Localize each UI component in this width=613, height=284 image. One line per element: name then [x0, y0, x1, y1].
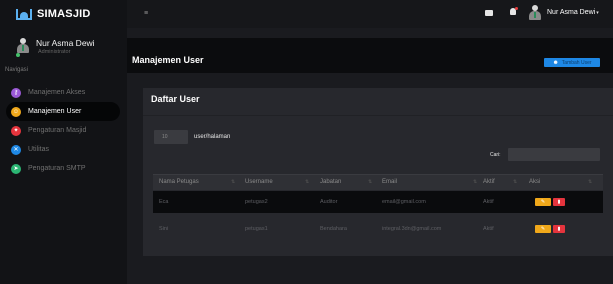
- table-header: Nama Petugas ⇅ Username ⇅ Jabatan ⇅ Emai…: [153, 174, 603, 190]
- user-edit-icon: ✎: [540, 199, 546, 205]
- sidebar-item-pengaturan-smtp[interactable]: ➤ Pengaturan SMTP: [6, 159, 120, 178]
- user-menu[interactable]: Nur Asma Dewi▾: [547, 9, 599, 16]
- bell-icon[interactable]: [510, 7, 518, 15]
- search-label: Cari:: [490, 152, 501, 158]
- mosque-logo-icon: [16, 8, 32, 20]
- key-icon: ⚷: [11, 87, 21, 98]
- search-input[interactable]: [508, 148, 600, 161]
- column-header-aktif[interactable]: Aktif: [483, 179, 495, 185]
- user-list-card: Daftar User 10 user/halaman Cari: Nama P…: [143, 88, 613, 256]
- add-user-button[interactable]: ☻ Tambah User: [544, 58, 600, 67]
- sidebar-item-label: Pengaturan Masjid: [28, 127, 87, 134]
- table-row: Eca petugas2 Auditor email@gmail.com Akt…: [153, 191, 603, 213]
- chevron-down-icon: ▾: [596, 10, 599, 16]
- cell-username: petugas2: [245, 199, 268, 205]
- page-length-label: user/halaman: [194, 134, 231, 140]
- delete-user-button[interactable]: ▮: [553, 198, 565, 206]
- sidebar-item-manajemen-user[interactable]: ☺ Manajemen User: [6, 102, 120, 121]
- trash-icon: ▮: [557, 199, 561, 205]
- sidebar-item-label: Manajemen Akses: [28, 89, 86, 96]
- cell-aktif: Aktif: [483, 226, 494, 232]
- users-icon: ☺: [11, 106, 21, 117]
- page-title: Manajemen User: [132, 55, 204, 65]
- cell-nama: Eca: [159, 199, 169, 205]
- column-header-email[interactable]: Email: [382, 179, 397, 185]
- column-header-nama[interactable]: Nama Petugas: [159, 179, 199, 185]
- sidebar-item-label: Pengaturan SMTP: [28, 165, 86, 172]
- nav-header: Navigasi: [5, 67, 29, 73]
- app-name: SIMASJID: [37, 8, 91, 20]
- sidebar-item-pengaturan-masjid[interactable]: ✦ Pengaturan Masjid: [6, 121, 120, 140]
- avatar: [16, 38, 29, 57]
- hamburger-menu-icon[interactable]: ≡: [144, 10, 148, 17]
- sidebar-item-label: Manajemen User: [28, 108, 82, 115]
- delete-user-button[interactable]: ▮: [553, 225, 565, 233]
- page-length-select[interactable]: 10: [154, 130, 188, 144]
- sort-icon[interactable]: ⇅: [368, 179, 372, 185]
- sort-icon[interactable]: ⇅: [473, 179, 477, 185]
- user-avatar-icon: [529, 5, 541, 21]
- brand[interactable]: SIMASJID: [0, 0, 127, 28]
- add-user-label: Tambah User: [561, 59, 592, 66]
- user-role: Administrator: [38, 49, 71, 55]
- cell-jabatan: Bendahara: [320, 226, 347, 232]
- cell-email: integral.3dn@gmail.com: [382, 226, 442, 232]
- sidebar-item-manajemen-akses[interactable]: ⚷ Manajemen Akses: [6, 83, 120, 102]
- edit-user-button[interactable]: ✎: [535, 225, 551, 233]
- sort-icon[interactable]: ⇅: [513, 179, 517, 185]
- sort-icon[interactable]: ⇅: [305, 179, 309, 185]
- cell-username: petugas1: [245, 226, 268, 232]
- send-icon: ➤: [11, 163, 21, 174]
- online-status-dot: [16, 53, 20, 57]
- trash-icon: ▮: [557, 226, 561, 232]
- cell-email: email@gmail.com: [382, 199, 426, 205]
- user-plus-icon: ☻: [552, 59, 559, 66]
- mail-icon[interactable]: [485, 10, 493, 16]
- topbar-avatar[interactable]: [529, 5, 541, 21]
- sort-icon[interactable]: ⇅: [231, 179, 235, 185]
- sidebar: SIMASJID Nur Asma Dewi Administrator Nav…: [0, 0, 127, 284]
- column-header-aksi: Aksi: [529, 179, 541, 185]
- edit-user-button[interactable]: ✎: [535, 198, 551, 206]
- column-header-username[interactable]: Username: [245, 179, 273, 185]
- user-name: Nur Asma Dewi: [36, 38, 95, 48]
- card-divider: [143, 115, 613, 116]
- content-header: Manajemen User ☻ Tambah User: [127, 38, 613, 73]
- table-row: Sini petugas1 Bendahara integral.3dn@gma…: [153, 218, 603, 240]
- user-avatar-icon: [17, 38, 29, 54]
- card-title: Daftar User: [151, 94, 200, 104]
- user-panel: Nur Asma Dewi Administrator: [0, 28, 127, 64]
- tools-icon: ✕: [11, 144, 21, 155]
- cogs-icon: ✦: [11, 125, 21, 136]
- top-navbar: ≡ Nur Asma Dewi▾: [127, 0, 613, 28]
- cell-nama: Sini: [159, 226, 169, 232]
- cell-jabatan: Auditor: [320, 199, 338, 205]
- column-header-jabatan[interactable]: Jabatan: [320, 179, 341, 185]
- sidebar-item-label: Utilitas: [28, 146, 50, 153]
- user-edit-icon: ✎: [540, 226, 546, 232]
- cell-aktif: Aktif: [483, 199, 494, 205]
- sidebar-item-utilitas[interactable]: ✕ Utilitas: [6, 140, 120, 159]
- sort-icon[interactable]: ⇅: [588, 179, 592, 185]
- topbar-user-name: Nur Asma Dewi: [547, 9, 596, 16]
